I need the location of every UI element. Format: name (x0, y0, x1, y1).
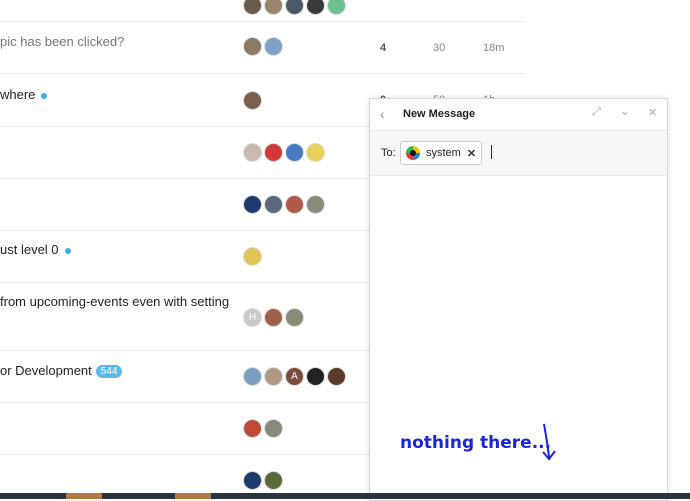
avatar[interactable] (327, 367, 346, 386)
close-icon[interactable]: ✕ (648, 106, 657, 119)
avatar[interactable] (243, 37, 262, 56)
avatar[interactable] (306, 367, 325, 386)
avatar-group: H (243, 308, 304, 327)
avatar[interactable] (264, 143, 283, 162)
avatar[interactable] (285, 143, 304, 162)
avatar-group (243, 419, 283, 438)
avatar[interactable] (285, 0, 304, 15)
avatar[interactable] (243, 143, 262, 162)
avatar[interactable] (327, 0, 346, 15)
avatar-group (243, 195, 325, 214)
annotation-text: nothing there... (400, 433, 552, 453)
views-count: 30 (433, 42, 446, 54)
footer-accent (66, 493, 102, 499)
activity-time[interactable]: 18m (483, 42, 504, 54)
avatar[interactable] (243, 247, 262, 266)
topic-title[interactable]: where (0, 87, 48, 102)
expand-icon[interactable]: ⤢ (592, 106, 601, 119)
avatar[interactable]: H (243, 308, 262, 327)
avatar[interactable] (243, 0, 262, 15)
avatar[interactable] (243, 471, 262, 490)
avatar-group (243, 143, 325, 162)
avatar[interactable] (243, 91, 262, 110)
annotation-arrow-icon (542, 423, 556, 461)
avatar-group: A (243, 367, 346, 386)
avatar[interactable] (285, 308, 304, 327)
system-avatar-icon (406, 146, 420, 160)
avatar[interactable] (306, 195, 325, 214)
avatar-group (243, 91, 262, 110)
table-row[interactable]: pic has been clicked? 4 30 18m (0, 21, 524, 74)
topic-title[interactable]: or Development 544 (0, 363, 123, 379)
footer-accent (175, 493, 211, 499)
to-label: To: (381, 147, 396, 159)
topic-title-text[interactable]: ust level 0 (0, 242, 59, 257)
recipient-row[interactable]: To: system ✕ (370, 131, 667, 176)
avatar-group (243, 247, 262, 266)
collapse-icon[interactable]: ⌄ (620, 104, 630, 118)
avatar[interactable] (243, 367, 262, 386)
composer-title: New Message (403, 108, 476, 120)
footer-bar (0, 493, 690, 499)
avatar[interactable]: A (285, 367, 304, 386)
avatar[interactable] (264, 367, 283, 386)
avatar[interactable] (264, 195, 283, 214)
avatar[interactable] (264, 419, 283, 438)
message-composer: ‹ New Message ⤢ ⌄ ✕ To: system ✕ nothing… (369, 98, 668, 501)
back-chevron-icon[interactable]: ‹ (380, 106, 385, 122)
avatar[interactable] (285, 195, 304, 214)
avatar-group (243, 0, 346, 15)
remove-recipient-icon[interactable]: ✕ (467, 147, 476, 160)
text-cursor[interactable] (491, 145, 492, 159)
message-body[interactable]: nothing there... (370, 176, 667, 499)
composer-header: ‹ New Message ⤢ ⌄ ✕ (370, 99, 667, 131)
avatar[interactable] (306, 0, 325, 15)
avatar[interactable] (243, 419, 262, 438)
topic-title[interactable]: from upcoming-events even with setting (0, 294, 229, 309)
avatar[interactable] (306, 143, 325, 162)
unread-dot-icon (64, 247, 71, 254)
avatar[interactable] (264, 37, 283, 56)
recipient-chip[interactable]: system ✕ (400, 141, 483, 165)
topic-title-text[interactable]: where (0, 87, 35, 102)
topic-title[interactable]: pic has been clicked? (0, 34, 124, 49)
avatar[interactable] (264, 308, 283, 327)
unread-dot-icon (41, 92, 48, 99)
table-row[interactable] (0, 0, 524, 22)
avatar[interactable] (264, 0, 283, 15)
recipient-name: system (426, 147, 461, 159)
replies-count: 4 (380, 42, 387, 54)
new-posts-badge[interactable]: 544 (95, 365, 123, 379)
avatar[interactable] (264, 471, 283, 490)
topic-title-text[interactable]: or Development (0, 363, 92, 378)
avatar[interactable] (243, 195, 262, 214)
avatar-group (243, 471, 283, 490)
avatar-group (243, 37, 283, 56)
topic-title[interactable]: ust level 0 (0, 242, 71, 257)
